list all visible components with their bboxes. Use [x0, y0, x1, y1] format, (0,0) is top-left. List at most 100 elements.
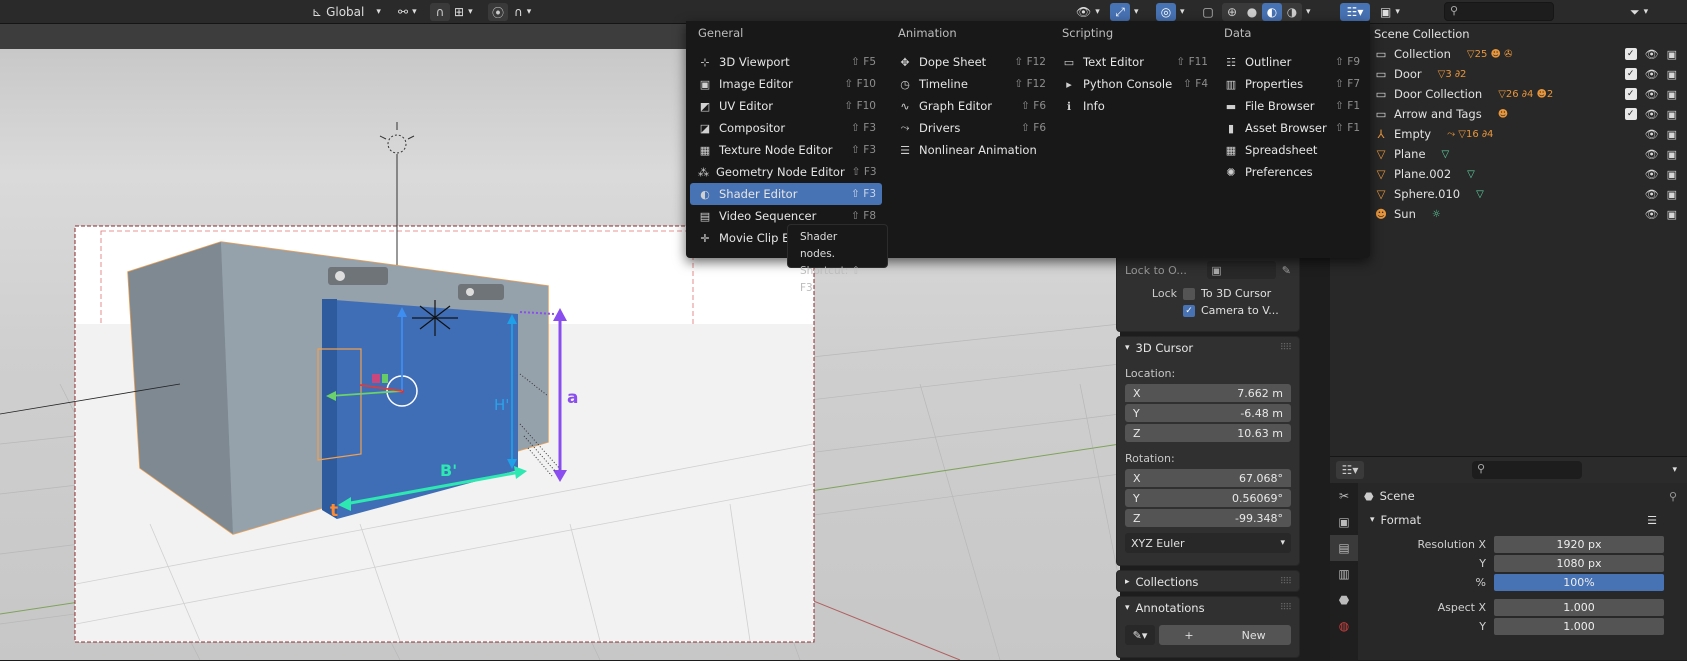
outliner-row[interactable]: ▭ Arrow and Tags ☻ ✓ 👁 ▣: [1330, 104, 1687, 124]
outliner-row-badges[interactable]: ▽: [1476, 189, 1484, 200]
3d-cursor-header[interactable]: ▾ 3D Cursor ⠿⠿: [1117, 337, 1299, 359]
camera-icon[interactable]: ▣: [1667, 188, 1677, 201]
menu-item-text-editor[interactable]: ▭ Text Editor ⇧ F11: [1054, 51, 1214, 73]
menu-item-nonlinear-animation[interactable]: ☰ Nonlinear Animation: [890, 139, 1052, 161]
eye-icon[interactable]: 👁: [1645, 188, 1659, 201]
outliner-row-badges[interactable]: ☼: [1432, 209, 1441, 220]
new-annotation-button[interactable]: + New: [1159, 625, 1291, 645]
exclude-checkbox[interactable]: ✓: [1624, 68, 1637, 80]
wireframe-shading-icon[interactable]: ⊕: [1222, 3, 1242, 21]
tool-tab-icon[interactable]: ✂: [1330, 483, 1358, 509]
outliner-row[interactable]: ▽ Plane.002 ▽ 👁 ▣: [1330, 164, 1687, 184]
snap-target-dropdown[interactable]: ⊞ ▾: [454, 3, 473, 21]
menu-item-preferences[interactable]: ✺ Preferences: [1216, 161, 1366, 183]
menu-item-geometry-node-editor[interactable]: ⁂ Geometry Node Editor ⇧ F3: [690, 161, 882, 183]
eye-icon[interactable]: 👁: [1645, 168, 1659, 181]
menu-item-drivers[interactable]: ⤳ Drivers ⇧ F6: [890, 117, 1052, 139]
world-tab-icon[interactable]: ◍: [1330, 613, 1358, 639]
display-mode-dropdown[interactable]: ▣ ▾: [1380, 3, 1400, 21]
outliner-row[interactable]: ⅄ Empty ⤳ ▽16 ∂4 👁 ▣: [1330, 124, 1687, 144]
view-layer-tab-icon[interactable]: ▥: [1330, 561, 1358, 587]
visibility-dropdown[interactable]: 👁 ▾: [1076, 3, 1100, 21]
transform-orientation-dropdown[interactable]: ⊾ Global ▾: [312, 3, 381, 21]
aspect-x-field[interactable]: 1.000: [1494, 599, 1664, 616]
cursor-rotation-z-field[interactable]: Z -99.348°: [1125, 509, 1291, 527]
camera-to-view-checkbox[interactable]: ✓: [1183, 304, 1195, 317]
cursor-location-z-field[interactable]: Z 10.63 m: [1125, 424, 1291, 442]
preset-list-icon[interactable]: ☰: [1647, 514, 1657, 527]
scene-collection-row[interactable]: Scene Collection: [1330, 24, 1687, 44]
outliner-row-badges[interactable]: ▽3 ∂2: [1438, 69, 1467, 80]
properties-search-input[interactable]: ⚲: [1472, 461, 1582, 479]
outliner-row[interactable]: ▽ Sphere.010 ▽ 👁 ▣: [1330, 184, 1687, 204]
filter-dropdown[interactable]: ⏷ ▾: [1630, 3, 1648, 21]
lock-object-field[interactable]: ▣: [1207, 261, 1276, 279]
camera-icon[interactable]: ▣: [1667, 48, 1677, 61]
camera-icon[interactable]: ▣: [1667, 168, 1677, 181]
rendered-shading-icon[interactable]: ◑: [1282, 3, 1302, 21]
cursor-rotation-y-field[interactable]: Y 0.56069°: [1125, 489, 1291, 507]
eye-icon[interactable]: 👁: [1645, 68, 1659, 81]
aspect-y-field[interactable]: 1.000: [1494, 618, 1664, 635]
pin-icon[interactable]: ⚲: [1669, 490, 1677, 503]
cursor-location-x-field[interactable]: X 7.662 m: [1125, 384, 1291, 402]
collections-panel[interactable]: ▸ Collections ⠿⠿: [1116, 570, 1300, 592]
eye-icon[interactable]: 👁: [1645, 88, 1659, 101]
rotation-mode-dropdown[interactable]: XYZ Euler ▾: [1125, 533, 1291, 553]
menu-item-file-browser[interactable]: ▬ File Browser ⇧ F1: [1216, 95, 1366, 117]
drag-handle-icon[interactable]: ⠿⠿: [1280, 343, 1292, 353]
camera-icon[interactable]: ▣: [1667, 148, 1677, 161]
outliner-row[interactable]: ▽ Plane ▽ 👁 ▣: [1330, 144, 1687, 164]
exclude-checkbox[interactable]: ✓: [1624, 48, 1637, 60]
solid-shading-icon[interactable]: ●: [1242, 3, 1262, 21]
render-tab-icon[interactable]: ▣: [1330, 509, 1358, 535]
menu-item-info[interactable]: ℹ Info: [1054, 95, 1214, 117]
camera-icon[interactable]: ▣: [1667, 108, 1677, 121]
outliner-row-badges[interactable]: ▽: [1442, 149, 1450, 160]
outliner-row-badges[interactable]: ▽26 ∂4 ☻2: [1498, 89, 1553, 100]
menu-item-shader-editor[interactable]: ◐ Shader Editor ⇧ F3: [690, 183, 882, 205]
editor-type-button[interactable]: ☷▾: [1340, 3, 1370, 21]
camera-icon[interactable]: ▣: [1667, 208, 1677, 221]
xray-toggle[interactable]: ▢: [1198, 3, 1218, 21]
menu-item-image-editor[interactable]: ▣ Image Editor ⇧ F10: [690, 73, 882, 95]
menu-item-asset-browser[interactable]: ▮ Asset Browser ⇧ F1: [1216, 117, 1366, 139]
output-tab-icon[interactable]: ▤: [1330, 535, 1358, 561]
resolution-x-field[interactable]: 1920 px: [1494, 536, 1664, 553]
exclude-checkbox[interactable]: ✓: [1624, 88, 1637, 100]
annotations-header[interactable]: ▾ Annotations ⠿⠿: [1117, 597, 1299, 619]
eye-icon[interactable]: 👁: [1645, 208, 1659, 221]
proportional-edit-toggle[interactable]: ⦿: [488, 3, 508, 21]
menu-item-python-console[interactable]: ▸ Python Console ⇧ F4: [1054, 73, 1214, 95]
outliner-row[interactable]: ▭ Door Collection ▽26 ∂4 ☻2 ✓ 👁 ▣: [1330, 84, 1687, 104]
snap-toggle[interactable]: ∩: [430, 3, 450, 21]
annotation-type-dropdown[interactable]: ✎▾: [1125, 625, 1155, 645]
eye-icon[interactable]: 👁: [1645, 48, 1659, 61]
menu-item-3d-viewport[interactable]: ⊹ 3D Viewport ⇧ F5: [690, 51, 882, 73]
outliner-row[interactable]: ☻ Sun ☼ 👁 ▣: [1330, 204, 1687, 224]
drag-handle-icon[interactable]: ⠿⠿: [1280, 603, 1292, 613]
menu-item-uv-editor[interactable]: ◩ UV Editor ⇧ F10: [690, 95, 882, 117]
menu-item-texture-node-editor[interactable]: ▦ Texture Node Editor ⇧ F3: [690, 139, 882, 161]
menu-item-properties[interactable]: ▥ Properties ⇧ F7: [1216, 73, 1366, 95]
menu-item-compositor[interactable]: ◪ Compositor ⇧ F3: [690, 117, 882, 139]
menu-item-timeline[interactable]: ◷ Timeline ⇧ F12: [890, 73, 1052, 95]
eye-icon[interactable]: 👁: [1645, 148, 1659, 161]
outliner-search-input[interactable]: ⚲: [1444, 2, 1554, 21]
outliner-row[interactable]: ▭ Door ▽3 ∂2 ✓ 👁 ▣: [1330, 64, 1687, 84]
to-3d-cursor-checkbox[interactable]: [1183, 287, 1195, 300]
scene-tab-icon[interactable]: ⬣: [1330, 587, 1358, 613]
cursor-location-y-field[interactable]: Y -6.48 m: [1125, 404, 1291, 422]
eye-icon[interactable]: 👁: [1645, 108, 1659, 121]
menu-item-graph-editor[interactable]: ∿ Graph Editor ⇧ F6: [890, 95, 1052, 117]
menu-item-dope-sheet[interactable]: ✥ Dope Sheet ⇧ F12: [890, 51, 1052, 73]
overlays-dropdown[interactable]: ◎ ▾: [1156, 3, 1185, 21]
outliner-row-badges[interactable]: ▽: [1467, 169, 1475, 180]
cursor-rotation-x-field[interactable]: X 67.068°: [1125, 469, 1291, 487]
eyedropper-icon[interactable]: ✎: [1282, 264, 1291, 277]
material-shading-icon[interactable]: ◐: [1262, 3, 1282, 21]
resolution-percent-slider[interactable]: 100%: [1494, 574, 1664, 591]
properties-editor-icon[interactable]: ☷▾: [1336, 461, 1364, 479]
outliner-row-badges[interactable]: ▽25 ☻ ✇: [1467, 49, 1513, 60]
chevron-down-icon[interactable]: ▾: [1672, 465, 1677, 475]
